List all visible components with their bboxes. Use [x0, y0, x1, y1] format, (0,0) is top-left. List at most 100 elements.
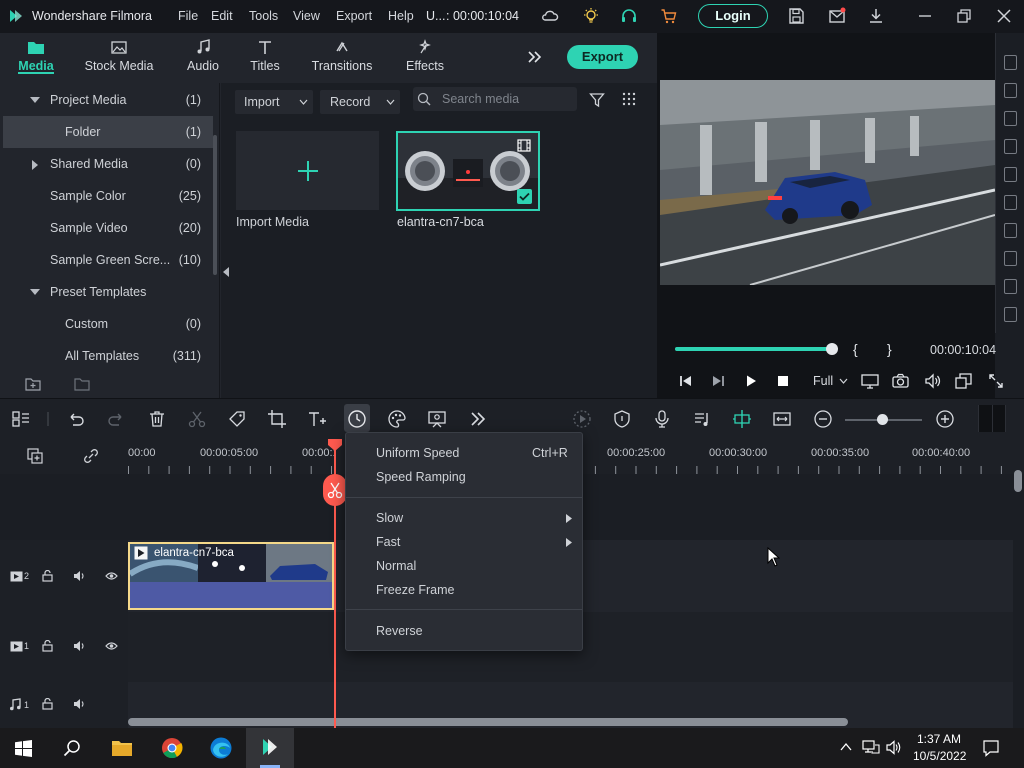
timeline-vertical-scrollbar[interactable] [1014, 470, 1022, 492]
strip-square-icon[interactable] [1004, 195, 1017, 210]
export-button[interactable]: Export [567, 45, 638, 69]
cart-icon[interactable] [660, 7, 678, 25]
import-media-tile[interactable] [236, 131, 379, 210]
notification-icon[interactable] [982, 739, 1000, 757]
snap-icon[interactable] [732, 409, 752, 429]
microphone-icon[interactable] [652, 409, 672, 429]
pip-icon[interactable] [955, 373, 972, 389]
strip-square-icon[interactable] [1004, 167, 1017, 182]
menu-view[interactable]: View [293, 9, 320, 23]
speaker-icon[interactable] [73, 698, 86, 710]
clock-date[interactable]: 10/5/2022 [913, 749, 966, 763]
chevron-up-icon[interactable] [840, 742, 852, 751]
menu-help[interactable]: Help [388, 9, 414, 23]
split-marker[interactable] [323, 474, 347, 506]
import-dropdown[interactable]: Import [235, 90, 313, 114]
scissors-icon[interactable] [187, 409, 207, 429]
shield-icon[interactable] [612, 409, 632, 429]
menu-item-uniform-speed[interactable]: Uniform Speed [376, 446, 459, 460]
clock-time[interactable]: 1:37 AM [917, 732, 961, 746]
speaker-icon[interactable] [73, 570, 86, 582]
tag-icon[interactable] [227, 409, 247, 429]
video-preview-frame[interactable] [660, 80, 995, 285]
color-palette-icon[interactable] [387, 409, 407, 429]
tree-item-preset-templates[interactable]: Preset Templates [0, 276, 213, 308]
menu-item-speed-ramping[interactable]: Speed Ramping [376, 470, 466, 484]
menu-file[interactable]: File [178, 9, 198, 23]
record-dropdown[interactable]: Record [320, 90, 400, 114]
add-track-icon[interactable] [26, 447, 44, 465]
delete-icon[interactable] [147, 409, 167, 429]
tree-item-custom[interactable]: Custom (0) [0, 308, 213, 340]
mark-in-button[interactable]: { [853, 341, 858, 357]
crop-icon[interactable] [267, 409, 287, 429]
tree-item-sample-color[interactable]: Sample Color (25) [0, 180, 213, 212]
eye-icon[interactable] [105, 571, 118, 581]
stop-icon[interactable] [777, 375, 789, 387]
chrome-icon[interactable] [161, 737, 183, 759]
strip-square-icon[interactable] [1004, 111, 1017, 126]
tree-item-shared-media[interactable]: Shared Media (0) [0, 148, 213, 180]
strip-square-icon[interactable] [1004, 223, 1017, 238]
tree-item-project-media[interactable]: Project Media (1) [0, 84, 213, 116]
menu-edit[interactable]: Edit [211, 9, 233, 23]
download-icon[interactable] [867, 7, 885, 25]
edge-icon[interactable] [209, 737, 233, 759]
close-icon[interactable] [995, 7, 1013, 25]
filter-icon[interactable] [589, 92, 605, 108]
tab-stock-media[interactable]: Stock Media [84, 35, 154, 79]
more-tools-icon[interactable] [468, 409, 488, 429]
add-text-icon[interactable] [307, 409, 327, 429]
tree-item-folder[interactable]: Folder (1) [3, 116, 213, 148]
tree-scrollbar[interactable] [213, 135, 217, 275]
redo-icon[interactable] [106, 409, 126, 429]
minimize-icon[interactable] [916, 7, 934, 25]
folder-outline-icon[interactable] [74, 377, 90, 391]
chevron-down-icon[interactable] [839, 378, 848, 384]
timeline-horizontal-scrollbar[interactable] [128, 718, 848, 726]
media-clip-thumbnail[interactable] [396, 131, 540, 211]
eye-icon[interactable] [105, 641, 118, 651]
cloud-icon[interactable] [541, 7, 559, 25]
save-icon[interactable] [787, 7, 805, 25]
lock-icon[interactable] [42, 698, 53, 710]
tab-audio[interactable]: Audio [168, 35, 238, 79]
bulb-icon[interactable] [582, 7, 600, 25]
speed-icon[interactable] [347, 409, 367, 429]
quality-dropdown[interactable]: Full [813, 374, 833, 388]
snapshot-icon[interactable] [892, 373, 909, 389]
restore-icon[interactable] [955, 7, 973, 25]
strip-square-icon[interactable] [1004, 55, 1017, 70]
tab-effects[interactable]: Effects [390, 35, 460, 79]
zoom-out-icon[interactable] [813, 409, 833, 429]
grid-view-icon[interactable] [622, 92, 636, 106]
speaker-icon[interactable] [73, 640, 86, 652]
menu-tools[interactable]: Tools [249, 9, 278, 23]
timeline-clip[interactable]: elantra-cn7-bca [128, 542, 334, 610]
login-button[interactable]: Login [698, 4, 768, 28]
menu-item-freeze-frame[interactable]: Freeze Frame [376, 583, 455, 597]
strip-square-icon[interactable] [1004, 83, 1017, 98]
audio-mixer-icon[interactable] [692, 409, 712, 429]
volume-icon[interactable] [924, 373, 941, 389]
collapse-arrow-icon[interactable] [222, 267, 230, 277]
headset-icon[interactable] [620, 7, 638, 25]
progress-handle[interactable] [826, 343, 838, 355]
tree-item-all-templates[interactable]: All Templates (311) [0, 340, 213, 372]
strip-square-icon[interactable] [1004, 251, 1017, 266]
mail-icon[interactable] [828, 7, 846, 25]
lock-icon[interactable] [42, 570, 53, 582]
zoom-slider-handle[interactable] [877, 414, 888, 425]
file-explorer-icon[interactable] [111, 738, 133, 758]
menu-item-slow[interactable]: Slow [376, 511, 403, 525]
taskbar-filmora-active[interactable] [246, 728, 294, 768]
menu-export[interactable]: Export [336, 9, 372, 23]
zoom-in-icon[interactable] [935, 409, 955, 429]
panel-toggle[interactable] [978, 405, 1006, 432]
new-folder-icon[interactable] [25, 377, 41, 391]
play-icon[interactable] [744, 374, 758, 388]
tree-item-sample-video[interactable]: Sample Video (20) [0, 212, 213, 244]
strip-square-icon[interactable] [1004, 279, 1017, 294]
undo-icon[interactable] [66, 409, 86, 429]
strip-square-icon[interactable] [1004, 307, 1017, 322]
